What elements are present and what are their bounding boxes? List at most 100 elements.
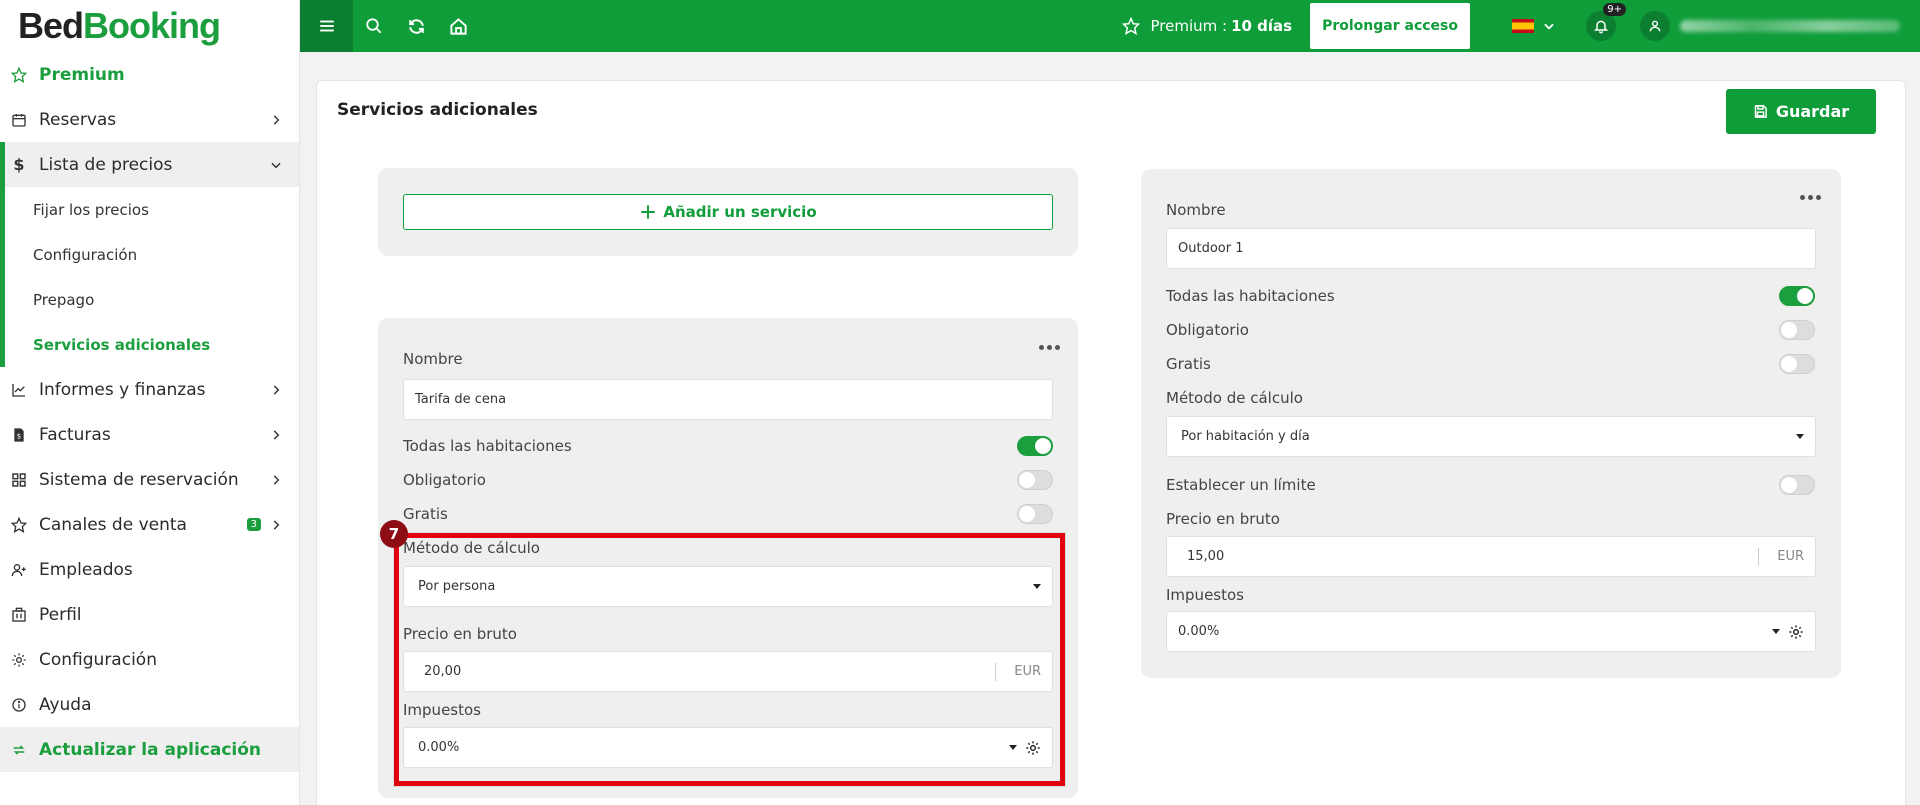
name-label: Nombre	[1166, 201, 1226, 219]
submenu-lista-de-precios: Fijar los precios Configuración Prepago …	[0, 187, 299, 367]
premium-label: Premium :	[1150, 17, 1228, 35]
sidebar-item-label: Perfil	[39, 604, 82, 625]
sidebar-subitem-prepago[interactable]: Prepago	[5, 277, 299, 322]
gear-icon[interactable]	[1788, 624, 1804, 640]
search-icon[interactable]	[353, 0, 395, 52]
sidebar-item-label: Lista de precios	[39, 154, 173, 175]
sidebar: Bed Booking Premium Reservas $ Lista de p…	[0, 0, 300, 805]
sidebar-item-label: Premium	[39, 64, 125, 85]
language-selector[interactable]	[1512, 19, 1556, 33]
sidebar-subitem-servicios-adicionales[interactable]: Servicios adicionales	[5, 322, 299, 367]
sidebar-item-sistema-reservacion[interactable]: Sistema de reservación	[0, 457, 299, 502]
info-icon	[11, 697, 27, 713]
star-icon	[1122, 17, 1141, 35]
user-name-redacted[interactable]	[1680, 20, 1900, 32]
svg-text:$: $	[17, 431, 22, 440]
chevron-down-icon	[1544, 23, 1554, 30]
user-plus-icon	[11, 562, 27, 578]
all-rooms-label: Todas las habitaciones	[1166, 287, 1335, 305]
sidebar-item-lista-de-precios[interactable]: $ Lista de precios	[0, 142, 299, 187]
sidebar-item-label: Reservas	[39, 109, 117, 130]
dropdown-caret-icon	[1772, 629, 1780, 634]
sidebar-item-actualizar[interactable]: Actualizar la aplicación	[0, 727, 299, 772]
logo-text-bed: Bed	[18, 5, 84, 46]
count-badge: 3	[246, 518, 261, 531]
service-card: Nombre Outdoor 1 Todas las habitaciones …	[1141, 169, 1841, 678]
sidebar-item-canales-venta[interactable]: Canales de venta 3	[0, 502, 299, 547]
service-name-value: Tarifa de cena	[415, 392, 507, 407]
user-avatar[interactable]	[1640, 11, 1670, 41]
gear-icon	[11, 652, 27, 668]
plus-icon	[641, 205, 656, 219]
refresh-icon[interactable]	[395, 0, 437, 52]
sidebar-item-label: Sistema de reservación	[39, 469, 239, 490]
service-name-input[interactable]: Tarifa de cena	[403, 379, 1053, 420]
more-options-icon[interactable]	[1800, 195, 1821, 200]
sidebar-item-perfil[interactable]: Perfil	[0, 592, 299, 637]
save-button[interactable]: Guardar	[1726, 89, 1876, 134]
chevron-right-icon	[273, 384, 280, 395]
mandatory-toggle[interactable]	[1017, 470, 1053, 490]
premium-status: Premium : 10 días	[1122, 17, 1292, 35]
star-icon	[11, 516, 27, 533]
all-rooms-label: Todas las habitaciones	[403, 437, 572, 455]
mandatory-label: Obligatorio	[403, 471, 486, 489]
building-icon	[11, 607, 27, 623]
all-rooms-toggle[interactable]	[1017, 436, 1053, 456]
home-icon[interactable]	[437, 0, 479, 52]
set-limit-toggle[interactable]	[1779, 475, 1815, 495]
invoice-icon: $	[11, 427, 27, 443]
page-title: Servicios adicionales	[337, 100, 538, 120]
mandatory-toggle[interactable]	[1779, 320, 1815, 340]
calculation-method-label: Método de cálculo	[1166, 389, 1303, 407]
tax-select[interactable]: 0.00%	[1166, 611, 1816, 652]
chevron-right-icon	[273, 519, 280, 530]
sidebar-item-ayuda[interactable]: Ayuda	[0, 682, 299, 727]
add-service-panel: Añadir un servicio	[378, 168, 1078, 256]
gross-price-label: Precio en bruto	[1166, 510, 1280, 528]
sidebar-subitem-configuracion[interactable]: Configuración	[5, 232, 299, 277]
tax-label: Impuestos	[1166, 586, 1244, 604]
top-bar: Premium : 10 días Prolongar acceso 9+	[300, 0, 1920, 52]
add-service-button[interactable]: Añadir un servicio	[403, 194, 1053, 230]
tax-value: 0.00%	[1178, 624, 1220, 639]
prolong-access-button[interactable]: Prolongar acceso	[1310, 3, 1470, 49]
sidebar-item-premium[interactable]: Premium	[0, 52, 299, 97]
sidebar-subitem-fijar-precios[interactable]: Fijar los precios	[5, 187, 299, 232]
free-label: Gratis	[1166, 355, 1211, 373]
more-options-icon[interactable]	[1039, 345, 1060, 350]
free-toggle[interactable]	[1017, 504, 1053, 524]
bell-icon	[1593, 20, 1609, 34]
sidebar-item-informes[interactable]: Informes y finanzas	[0, 367, 299, 412]
sidebar-item-label: Configuración	[39, 649, 157, 670]
free-toggle[interactable]	[1779, 354, 1815, 374]
notification-count-badge: 9+	[1603, 3, 1626, 16]
gross-price-input[interactable]: 15,00 EUR	[1166, 536, 1816, 577]
service-name-input[interactable]: Outdoor 1	[1166, 228, 1816, 269]
app-logo[interactable]: Bed Booking	[0, 0, 299, 52]
sidebar-item-facturas[interactable]: $ Facturas	[0, 412, 299, 457]
sidebar-item-label: Informes y finanzas	[39, 379, 206, 400]
sidebar-item-label: Canales de venta	[39, 514, 187, 535]
calculation-method-value: Por habitación y día	[1181, 429, 1310, 444]
set-limit-label: Establecer un límite	[1166, 476, 1316, 494]
mandatory-label: Obligatorio	[1166, 321, 1249, 339]
sidebar-item-empleados[interactable]: Empleados	[0, 547, 299, 592]
save-icon	[1754, 105, 1767, 118]
name-label: Nombre	[403, 350, 463, 368]
sidebar-item-reservas[interactable]: Reservas	[0, 97, 299, 142]
chevron-right-icon	[273, 474, 280, 485]
sidebar-item-configuracion[interactable]: Configuración	[0, 637, 299, 682]
all-rooms-toggle[interactable]	[1779, 286, 1815, 306]
dollar-icon: $	[13, 155, 25, 174]
calendar-icon	[11, 112, 27, 128]
logo-text-booking: Booking	[83, 5, 221, 46]
highlight-box	[394, 533, 1065, 786]
sidebar-item-label: Facturas	[39, 424, 111, 445]
calculation-method-select[interactable]: Por habitación y día	[1166, 416, 1816, 457]
notifications-button[interactable]: 9+	[1586, 3, 1626, 41]
active-indicator	[0, 142, 5, 187]
spain-flag-icon	[1512, 19, 1534, 33]
currency-label: EUR	[1758, 547, 1804, 566]
menu-icon[interactable]	[300, 0, 353, 52]
